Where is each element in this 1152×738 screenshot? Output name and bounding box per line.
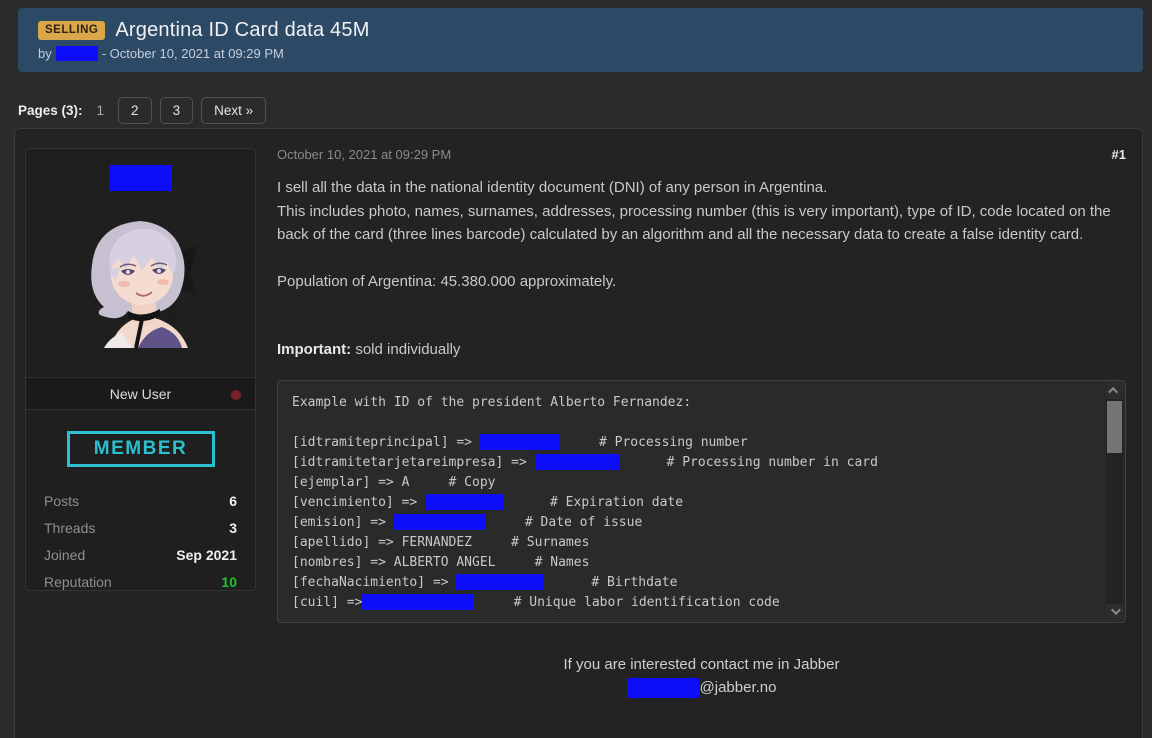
scrollbar-thumb[interactable] — [1107, 400, 1122, 453]
post-number[interactable]: #1 — [1112, 147, 1126, 162]
post-body: I sell all the data in the national iden… — [277, 176, 1126, 362]
scroll-down-button[interactable] — [1106, 603, 1123, 620]
post-container: New User MEMBER Posts 6 Threads 3 Joined Sep … — [14, 128, 1143, 738]
thread-title: Argentina ID Card data 45M — [115, 19, 370, 41]
stat-row-joined: Joined Sep 2021 — [44, 547, 237, 563]
population-line: Population of Argentina: 45.380.000 appr… — [277, 272, 617, 290]
byline-date: - October 10, 2021 at 09:29 PM — [101, 46, 284, 61]
redaction-box — [425, 493, 504, 510]
user-stats: Posts 6 Threads 3 Joined Sep 2021 Reputation 10 — [44, 493, 237, 590]
redacted-username-box — [109, 165, 172, 191]
next-page-button[interactable]: Next » — [201, 96, 267, 124]
page-button-2[interactable]: 2 — [118, 96, 152, 124]
redaction-box — [456, 573, 545, 590]
member-group-badge: MEMBER — [66, 431, 215, 467]
chevron-up-icon — [1108, 386, 1119, 397]
byline-by-label: by — [38, 46, 52, 61]
important-text: sold individually — [351, 341, 461, 358]
stat-label: Joined — [44, 546, 86, 563]
stat-label: Reputation — [44, 573, 112, 590]
thread-byline: by - October 10, 2021 at 09:29 PM — [38, 46, 1123, 61]
stat-label: Posts — [44, 492, 80, 509]
code-line: [nombres] => ALBERTO ANGEL # Names — [292, 554, 590, 570]
important-label: Important: — [277, 341, 352, 358]
anime-avatar-image — [90, 221, 198, 349]
stat-row-threads: Threads 3 — [44, 520, 237, 536]
post-line-1: I sell all the data in the national iden… — [277, 179, 828, 196]
code-line: [cuil] => # Unique labor identification … — [292, 593, 780, 610]
offline-status-dot — [231, 390, 241, 400]
important-line: Important: sold individually — [277, 338, 1126, 362]
stat-value: 10 — [221, 573, 237, 590]
user-lower: MEMBER Posts 6 Threads 3 Joined Sep 2021 Reput… — [26, 411, 255, 590]
thread-header: SELLING Argentina ID Card data 45M by - … — [18, 8, 1143, 72]
jabber-domain: @jabber.no — [699, 678, 777, 696]
post-paragraph-1: I sell all the data in the national iden… — [277, 176, 1126, 247]
code-line: [idtramitetarjetareimpresa] => # Process… — [292, 453, 878, 470]
code-line: [idtramiteprincipal] => # Processing num… — [292, 433, 748, 450]
code-lines: Example with ID of the president Alberto… — [292, 393, 1091, 613]
page-button-3[interactable]: 3 — [159, 96, 194, 124]
stat-value: 3 — [229, 519, 237, 536]
contact-line-2: @jabber.no — [277, 676, 1126, 699]
stat-row-posts: Posts 6 — [44, 493, 237, 509]
scroll-up-button[interactable] — [1106, 382, 1123, 399]
redacted-jabber-handle-box — [626, 677, 699, 698]
user-title-row: New User — [26, 377, 255, 410]
code-line: [emision] => # Date of issue — [292, 513, 643, 530]
code-line: Example with ID of the president Alberto… — [292, 394, 692, 410]
code-scrollbar[interactable] — [1106, 382, 1123, 620]
contact-section: If you are interested contact me in Jabb… — [277, 653, 1126, 699]
stat-row-reputation: Reputation 10 — [44, 574, 237, 590]
avatar — [76, 215, 206, 349]
chevron-down-icon — [1110, 605, 1121, 616]
current-page-indicator: 1 — [96, 102, 105, 118]
code-line: [ejemplar] => A # Copy — [292, 474, 496, 490]
redaction-box — [393, 513, 486, 530]
redaction-box — [362, 593, 475, 610]
pages-label: Pages (3): — [18, 102, 83, 118]
user-panel: New User MEMBER Posts 6 Threads 3 Joined Sep … — [25, 148, 256, 591]
pagination: Pages (3): 1 23 Next » — [18, 96, 274, 124]
stat-value: Sep 2021 — [176, 546, 237, 563]
page-buttons: 23 — [118, 96, 201, 124]
user-title: New User — [109, 385, 172, 402]
post-date: October 10, 2021 at 09:29 PM — [277, 147, 452, 162]
stat-value: 6 — [229, 492, 237, 509]
redacted-username-box — [55, 46, 98, 61]
redaction-box — [534, 453, 620, 470]
post-line-2: This includes photo, names, surnames, ad… — [277, 202, 1111, 244]
contact-line-1: If you are interested contact me in Jabb… — [563, 655, 840, 673]
post-main: October 10, 2021 at 09:29 PM #1 I sell a… — [277, 129, 1140, 699]
code-block: Example with ID of the president Alberto… — [277, 379, 1126, 623]
selling-badge: SELLING — [38, 20, 106, 41]
code-line: [apellido] => FERNANDEZ # Surnames — [292, 534, 590, 550]
stat-label: Threads — [44, 519, 96, 536]
code-line: [fechaNacimiento] => # Birthdate — [292, 573, 678, 590]
redaction-box — [479, 433, 560, 450]
code-line: [vencimiento] => # Expiration date — [292, 493, 684, 510]
